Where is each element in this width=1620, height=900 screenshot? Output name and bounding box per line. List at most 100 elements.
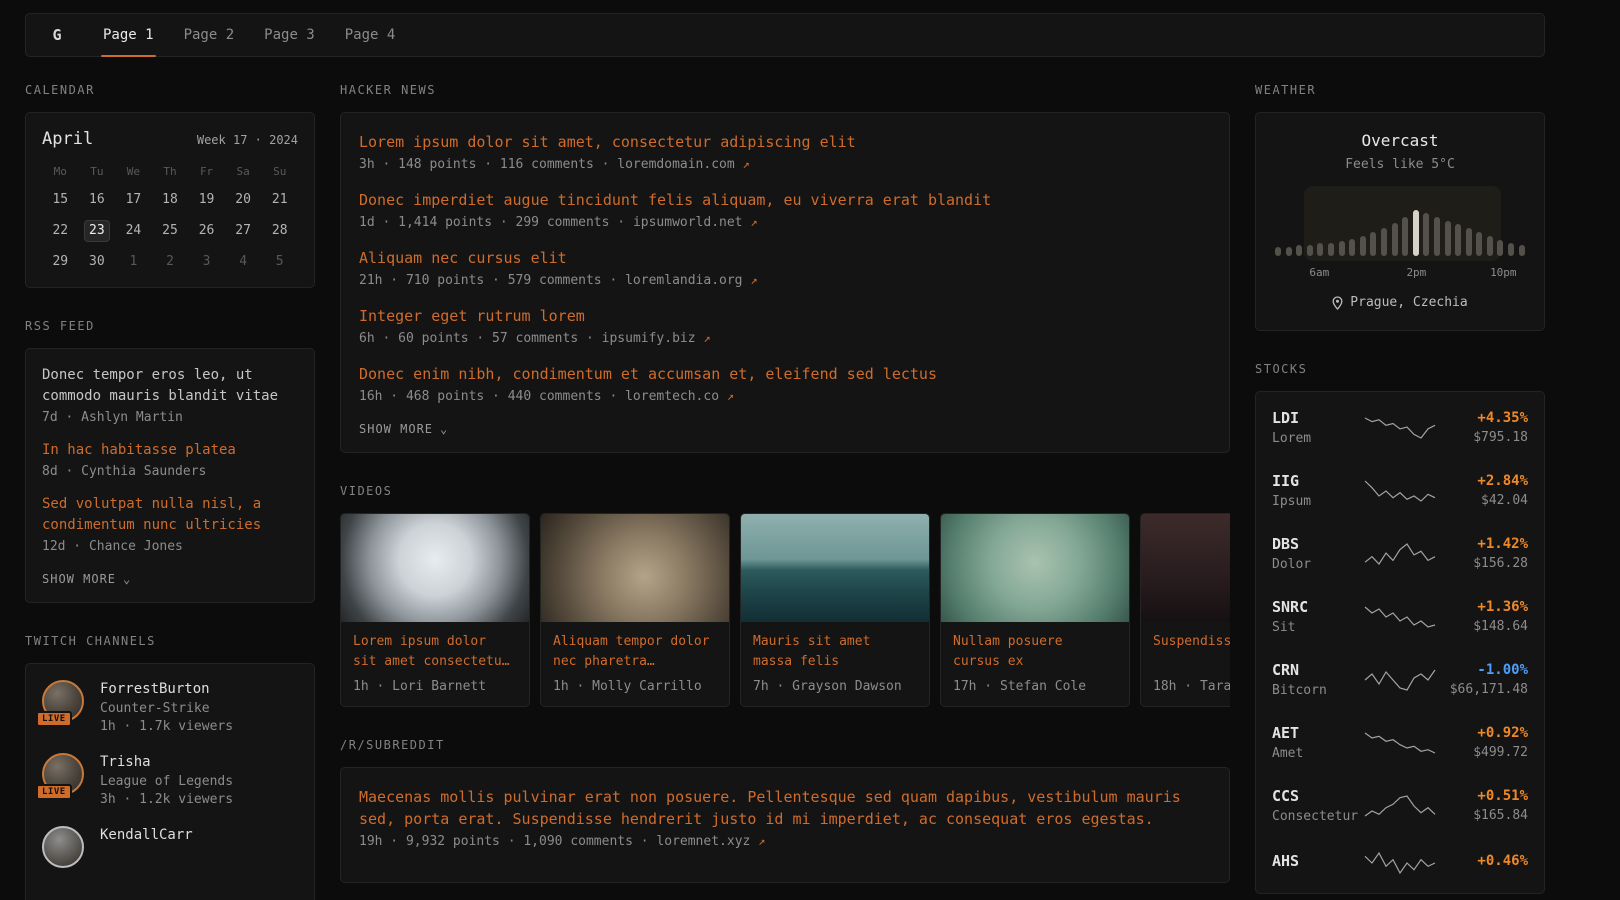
stock-row[interactable]: DBS Dolor +1.42% $156.28 [1256,522,1544,585]
stock-price: $795.18 [1436,430,1528,445]
calendar-day: 25 [152,220,189,242]
weather-bar [1423,213,1429,256]
rss-item-meta: 12d · Chance Jones [42,539,298,554]
videos-section-title: VIDEOS [340,484,1230,498]
hn-item-title[interactable]: Donec enim nibh, condimentum et accumsan… [359,363,1211,385]
channel-avatar-wrap: LIVE [42,680,86,724]
weather-section-title: WEATHER [1255,83,1545,97]
hn-item-domain[interactable]: loremlandia.org [625,273,742,288]
stock-ticker: CCS [1272,787,1364,805]
stock-name: Consectetur [1272,809,1364,824]
weather-location: Prague, Czechia [1274,295,1526,310]
subreddit-item-title[interactable]: Maecenas mollis pulvinar erat non posuer… [359,786,1211,830]
weather-bar [1445,221,1451,256]
video-card[interactable]: Suspendisse diam 18h · Tara [1140,513,1230,707]
hn-item-meta: 1d · 1,414 points · 299 comments · ipsum… [359,215,1211,230]
hn-item-domain[interactable]: ipsumworld.net [633,215,743,230]
rss-item-title[interactable]: Sed volutpat nulla nisl, a condimentum n… [42,494,298,536]
weather-card: Overcast Feels like 5°C 9° 6am 2pm 10pm [1255,112,1545,331]
stock-sparkline [1364,667,1436,693]
page-tabs: Page 1 Page 2 Page 3 Page 4 [88,14,410,56]
app-logo[interactable]: G [26,14,88,56]
subreddit-item: Maecenas mollis pulvinar erat non posuer… [359,786,1211,849]
external-link-icon: ↗ [750,273,757,287]
hn-show-more-button[interactable]: SHOW MORE ⌄ [359,422,1211,436]
video-title[interactable]: Lorem ipsum dolor sit amet consectetu… [353,632,517,672]
hn-item-domain[interactable]: loremdomain.com [617,157,734,172]
twitch-channel[interactable]: KendallCarr [42,826,298,870]
video-title[interactable]: Mauris sit amet massa felis [753,632,917,672]
show-more-label: SHOW MORE [42,572,116,586]
weather-location-label: Prague, Czechia [1350,295,1467,310]
stock-price: $165.84 [1436,808,1528,823]
hn-item-title[interactable]: Donec imperdiet augue tincidunt felis al… [359,189,1211,211]
video-title[interactable]: Suspendisse diam [1153,632,1230,672]
rss-item: Sed volutpat nulla nisl, a condimentum n… [42,494,298,554]
channel-avatar-wrap [42,826,86,870]
location-pin-icon [1332,296,1343,310]
rss-show-more-button[interactable]: SHOW MORE ⌄ [42,572,298,586]
calendar-day: 27 [225,220,262,242]
stock-symbol-block: AET Amet [1272,724,1364,761]
twitch-channel[interactable]: LIVE ForrestBurton Counter-Strike 1h · 1… [42,680,298,734]
hn-item: Integer eget rutrum lorem 6h · 60 points… [359,305,1211,346]
hn-item-domain[interactable]: loremtech.co [625,389,719,404]
stock-row[interactable]: LDI Lorem +4.35% $795.18 [1256,396,1544,459]
calendar-day: 18 [152,189,189,211]
hn-item-title[interactable]: Aliquam nec cursus elit [359,247,1211,269]
stock-row[interactable]: CRN Bitcorn -1.00% $66,171.48 [1256,648,1544,711]
channel-name: KendallCarr [100,826,193,844]
video-title[interactable]: Nullam posuere cursus ex [953,632,1117,672]
hn-item-domain[interactable]: ipsumify.biz [602,331,696,346]
tab-page-1[interactable]: Page 1 [88,14,169,56]
video-body: Suspendisse diam 18h · Tara [1141,622,1230,706]
video-meta: 1h · Molly Carrillo [553,679,717,694]
weekday-label: Mo [42,165,79,180]
stock-price: $42.04 [1436,493,1528,508]
video-thumbnail [541,514,729,622]
rss-item-title[interactable]: In hac habitasse platea [42,440,298,461]
rss-item: Donec tempor eros leo, ut commodo mauris… [42,365,298,425]
video-card[interactable]: Aliquam tempor dolor nec pharetra… 1h · … [540,513,730,707]
stock-row[interactable]: IIG Ipsum +2.84% $42.04 [1256,459,1544,522]
subreddit-item-domain[interactable]: loremnet.xyz [656,834,750,849]
hn-item-stats: 21h · 710 points · 579 comments · [359,273,625,288]
channel-avatar [42,826,84,868]
stock-price: $66,171.48 [1436,682,1528,697]
weather-bars [1274,204,1526,256]
stock-ticker: DBS [1272,535,1364,553]
main-grid: CALENDAR April Week 17 · 2024 Mo Tu We T… [25,83,1545,900]
calendar-widget: CALENDAR April Week 17 · 2024 Mo Tu We T… [25,83,315,288]
stock-price: $499.72 [1436,745,1528,760]
stock-symbol-block: LDI Lorem [1272,409,1364,446]
weather-bar [1317,243,1323,256]
video-card[interactable]: Nullam posuere cursus ex 17h · Stefan Co… [940,513,1130,707]
tab-page-4[interactable]: Page 4 [330,14,411,56]
weather-bar [1349,239,1355,256]
subreddit-section-title: /R/SUBREDDIT [340,738,1230,752]
hn-item-meta: 3h · 148 points · 116 comments · loremdo… [359,157,1211,172]
tab-page-3[interactable]: Page 3 [249,14,330,56]
tab-page-2[interactable]: Page 2 [169,14,250,56]
video-title[interactable]: Aliquam tempor dolor nec pharetra… [553,632,717,672]
rss-item-title[interactable]: Donec tempor eros leo, ut commodo mauris… [42,365,298,407]
channel-info: KendallCarr [100,826,193,870]
external-link-icon: ↗ [758,834,765,848]
stock-change: +1.36% [1436,599,1528,615]
stock-sparkline [1364,478,1436,504]
subreddit-card: Maecenas mollis pulvinar erat non posuer… [340,767,1230,883]
calendar-day: 15 [42,189,79,211]
weekday-label: Fr [188,165,225,180]
stock-values: +0.51% $165.84 [1436,788,1528,823]
stock-row[interactable]: CCS Consectetur +0.51% $165.84 [1256,774,1544,837]
video-card[interactable]: Mauris sit amet massa felis 7h · Grayson… [740,513,930,707]
subreddit-item-meta: 19h · 9,932 points · 1,090 comments · lo… [359,834,1211,849]
stock-row[interactable]: AHS +0.46% [1256,837,1544,889]
hn-item-title[interactable]: Integer eget rutrum lorem [359,305,1211,327]
stock-row[interactable]: SNRC Sit +1.36% $148.64 [1256,585,1544,648]
twitch-channel[interactable]: LIVE Trisha League of Legends 3h · 1.2k … [42,753,298,807]
stock-row[interactable]: AET Amet +0.92% $499.72 [1256,711,1544,774]
video-card[interactable]: Lorem ipsum dolor sit amet consectetu… 1… [340,513,530,707]
hn-item-title[interactable]: Lorem ipsum dolor sit amet, consectetur … [359,131,1211,153]
hn-item-stats: 3h · 148 points · 116 comments · [359,157,617,172]
